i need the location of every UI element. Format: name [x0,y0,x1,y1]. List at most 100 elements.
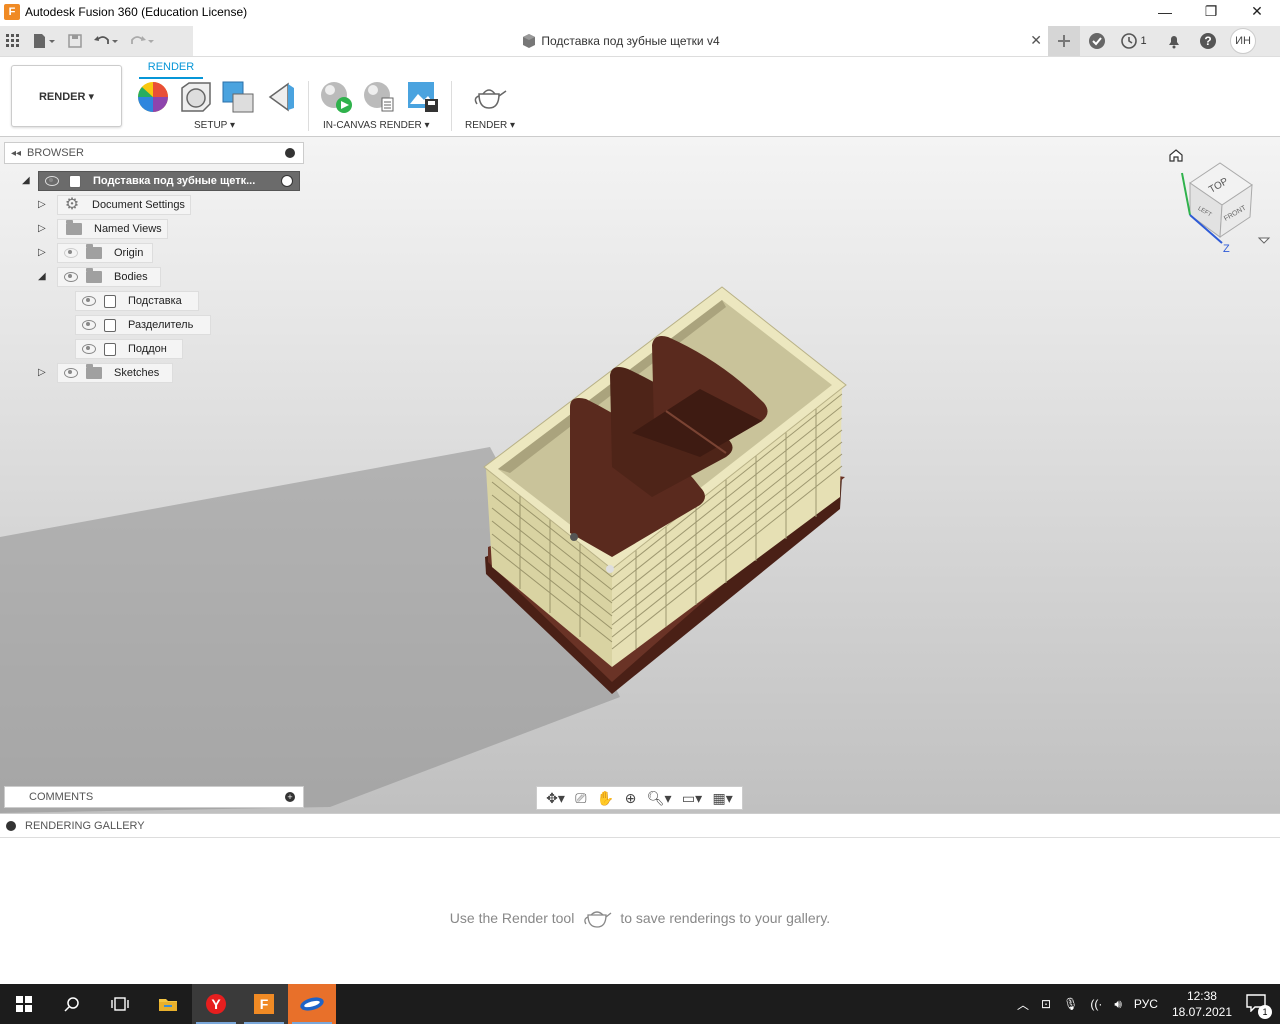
tree-item-body-podstavka[interactable]: Подставка [75,291,199,311]
axis-z-label: Z [1223,243,1230,255]
minimize-button[interactable]: — [1142,0,1188,23]
appearance-tool-icon[interactable] [136,80,170,114]
visibility-eye-icon[interactable] [45,176,59,186]
render-group-label[interactable]: RENDER ▾ [465,120,515,131]
capture-image-icon[interactable] [406,80,440,114]
input-language[interactable]: РУС [1134,997,1158,1011]
show-hidden-icons-chevron-icon[interactable]: ︿ [1017,996,1029,1013]
clock[interactable]: 12:38 18.07.2021 [1172,988,1232,1020]
clock-time: 12:38 [1186,989,1217,1003]
folder-icon [86,268,102,283]
texture-map-tool-icon[interactable] [221,80,255,114]
viewcube-menu-icon [1257,237,1271,244]
microphone-icon[interactable]: 🎙︎ [1063,997,1078,1011]
data-panel-grid-icon[interactable] [0,28,26,54]
visibility-eye-icon[interactable] [82,344,96,354]
document-tab[interactable]: Подставка под зубные щетки v4 ✕ [193,26,1048,56]
add-comment-icon[interactable]: + [285,792,295,802]
grid-settings-icon[interactable]: ▦▾ [713,790,733,807]
workspace-switcher-button[interactable]: RENDER ▾ [11,65,122,127]
job-status-icon[interactable]: 1 [1114,26,1154,56]
volume-icon[interactable]: 🔊︎ [1114,997,1122,1012]
setup-group-label[interactable]: SETUP ▾ [194,120,235,131]
tree-item-named-views[interactable]: Named Views [57,219,168,239]
action-center-icon[interactable]: 1 [1246,993,1272,1019]
view-cube[interactable]: TOP FRONT LEFT Z [1160,145,1275,260]
collapse-gallery-icon[interactable] [6,820,16,831]
visibility-eye-icon[interactable] [64,368,78,378]
webcam-icon[interactable]: ⊡ [1041,997,1051,1011]
tree-item-document-settings[interactable]: ⚙ Document Settings [57,195,191,215]
document-cube-icon [523,34,536,48]
canvas-viewport[interactable] [0,137,1280,813]
pan-hand-icon[interactable]: ✋ [597,790,614,807]
tree-item-body-poddon[interactable]: Поддон [75,339,183,359]
quick-access-toolbar: Подставка под зубные щетки v4 ✕ 1 ? ИН [0,23,1280,57]
rendering-gallery-header[interactable]: RENDERING GALLERY [0,813,1280,838]
browser-minimize-icon[interactable] [285,148,295,158]
hidden-eye-icon[interactable] [64,248,78,258]
visibility-eye-icon[interactable] [82,320,96,330]
redo-icon[interactable] [124,28,160,54]
clock-date: 18.07.2021 [1171,1005,1232,1019]
job-count: 1 [1140,35,1147,47]
render-teapot-icon[interactable] [471,80,507,114]
collapse-bodies-icon[interactable]: ◢ [38,271,50,283]
cura-app-icon[interactable] [288,984,336,1024]
in-canvas-render-settings-icon[interactable] [362,80,396,114]
activate-component-icon[interactable] [281,175,293,187]
start-in-canvas-render-icon[interactable] [319,80,353,114]
svg-text:?: ? [1204,34,1211,48]
user-avatar[interactable]: ИН [1222,26,1264,56]
start-button[interactable] [0,984,48,1024]
file-menu-icon[interactable] [26,28,62,54]
expand-origin-icon[interactable]: ▷ [38,247,50,259]
body-icon [104,318,116,332]
look-at-icon[interactable]: ⎚ [575,790,586,807]
gallery-message-after: to save renderings to your gallery. [620,910,831,926]
display-settings-icon[interactable]: ▭▾ [682,790,702,807]
close-document-icon[interactable]: ✕ [1030,32,1042,49]
scene-settings-tool-icon[interactable] [179,80,213,114]
folder-icon [86,364,102,379]
tree-item-label: Document Settings [92,199,185,211]
fusion-taskbar-icon[interactable]: F [240,984,288,1024]
tree-item-bodies[interactable]: Bodies [57,267,161,287]
root-collapse-icon[interactable]: ◢ [22,175,34,187]
notifications-bell-icon[interactable] [1154,26,1194,56]
orbit-icon[interactable]: ✥▾ [546,790,565,807]
save-icon[interactable] [62,28,88,54]
tree-item-body-razdelitel[interactable]: Разделитель [75,315,211,335]
search-icon[interactable] [48,984,96,1024]
visibility-eye-icon[interactable] [64,272,78,282]
navigation-bar: ✥▾ ⎚ ✋ ⊕ 🔍︎▾ ▭▾ ▦▾ [536,786,743,810]
extensions-icon[interactable] [1080,26,1114,56]
task-view-icon[interactable] [96,984,144,1024]
yandex-browser-icon[interactable]: Y [192,984,240,1024]
tree-item-sketches[interactable]: Sketches [57,363,173,383]
tab-render[interactable]: RENDER [139,59,203,79]
zoom-icon[interactable]: ⊕ [625,790,637,807]
undo-icon[interactable] [88,28,124,54]
help-icon[interactable]: ? [1194,26,1222,56]
tree-root-component[interactable]: Подставка под зубные щетк... [38,171,300,191]
tree-item-origin[interactable]: Origin [57,243,153,263]
tree-item-label: Разделитель [128,319,194,331]
expand-named-views-icon[interactable]: ▷ [38,223,50,235]
decal-tool-icon[interactable] [266,80,300,114]
browser-header[interactable]: ◂◂ BROWSER [4,142,304,164]
restore-button[interactable]: ❐ [1188,0,1234,23]
in-canvas-group-label[interactable]: IN-CANVAS RENDER ▾ [323,120,430,131]
system-tray: ︿ ⊡ 🎙︎ ((· 🔊︎ РУС 12:38 18.07.2021 1 [1011,984,1280,1024]
expand-document-settings-icon[interactable]: ▷ [38,199,50,211]
file-explorer-icon[interactable] [144,984,192,1024]
network-icon[interactable]: ((· [1090,997,1102,1011]
expand-sketches-icon[interactable]: ▷ [38,367,50,379]
comments-header[interactable]: COMMENTS + [4,786,304,808]
visibility-eye-icon[interactable] [82,296,96,306]
close-window-button[interactable]: ✕ [1234,0,1280,23]
collapse-browser-icon[interactable]: ◂◂ [11,148,21,159]
new-tab-icon[interactable] [1048,26,1080,56]
fit-zoom-icon[interactable]: 🔍︎▾ [647,790,672,807]
rendering-gallery-title: RENDERING GALLERY [25,819,145,832]
